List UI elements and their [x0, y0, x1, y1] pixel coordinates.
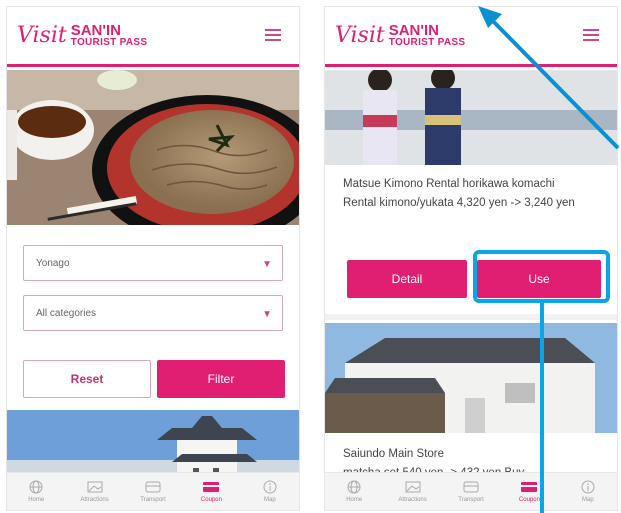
- app-logo[interactable]: Visit SAN'IN TOURIST PASS: [335, 23, 465, 48]
- tab-coupon-label: Coupon: [518, 497, 540, 503]
- logo-tourist-pass: TOURIST PASS: [70, 37, 148, 48]
- tab-map-label: Map: [581, 497, 594, 503]
- logo-sanin: SAN'IN: [70, 22, 121, 39]
- kimono-rental-image: [325, 70, 617, 165]
- coupon-title: Matsue Kimono Rental horikawa komachi: [343, 178, 555, 190]
- coupon-description: matcha set 540 yen -> 432 yen Buy: [343, 464, 617, 472]
- transport-icon: [463, 481, 479, 493]
- hamburger-menu-icon[interactable]: [583, 29, 599, 41]
- coupon-icon: [521, 482, 538, 492]
- kimono-coupon-text: Matsue Kimono Rental horikawa komachi Re…: [343, 175, 603, 213]
- tab-map[interactable]: Map: [559, 473, 617, 510]
- info-icon: [581, 480, 595, 494]
- tab-home[interactable]: Home: [7, 473, 65, 510]
- bottom-tab-bar: Home Attractions Transport Coupon Map: [325, 472, 617, 510]
- chevron-down-icon: ▼: [262, 259, 272, 270]
- coupon-icon: [203, 482, 220, 492]
- tab-coupon[interactable]: Coupon: [182, 473, 240, 510]
- logo-script: Visit: [335, 23, 385, 48]
- coupon-list-content[interactable]: Yonago ▼ All categories ▼ Reset Filter: [7, 70, 299, 472]
- tab-map[interactable]: Map: [241, 473, 299, 510]
- app-header: Visit SAN'IN TOURIST PASS: [325, 7, 617, 67]
- logo-tourist-pass: TOURIST PASS: [388, 37, 466, 48]
- tab-home-label: Home: [28, 497, 45, 503]
- card-divider: [325, 314, 617, 320]
- tab-attractions-label: Attractions: [398, 497, 427, 503]
- logo-script: Visit: [17, 23, 67, 48]
- attractions-icon: [87, 481, 103, 493]
- category-select[interactable]: All categories ▼: [23, 295, 283, 331]
- tab-attractions[interactable]: Attractions: [383, 473, 441, 510]
- category-select-value: All categories: [36, 307, 97, 319]
- tab-transport-label: Transport: [140, 497, 166, 503]
- coupon-description: Rental kimono/yukata 4,320 yen -> 3,240 …: [343, 197, 575, 209]
- soba-noodles-image: [7, 70, 299, 225]
- tab-transport[interactable]: Transport: [124, 473, 182, 510]
- saiundo-store-image: [325, 323, 617, 433]
- tab-coupon-label: Coupon: [200, 497, 222, 503]
- tab-map-label: Map: [263, 497, 276, 503]
- tab-home[interactable]: Home: [325, 473, 383, 510]
- globe-icon: [347, 480, 361, 494]
- tab-transport-label: Transport: [458, 497, 484, 503]
- use-button-pointer-line: [540, 303, 544, 513]
- attractions-icon: [405, 481, 421, 493]
- transport-icon: [145, 481, 161, 493]
- reset-button[interactable]: Reset: [23, 360, 151, 398]
- logo-sanin: SAN'IN: [388, 22, 439, 39]
- tab-attractions[interactable]: Attractions: [65, 473, 123, 510]
- tab-attractions-label: Attractions: [80, 497, 109, 503]
- castle-image: [7, 410, 299, 472]
- tab-home-label: Home: [346, 497, 363, 503]
- left-phone-screen: Visit SAN'IN TOURIST PASS Yonago ▼ All c…: [6, 6, 300, 511]
- area-select[interactable]: Yonago ▼: [23, 245, 283, 281]
- tab-transport[interactable]: Transport: [442, 473, 500, 510]
- use-button-highlight: [473, 250, 610, 303]
- area-select-value: Yonago: [36, 257, 70, 269]
- saiundo-coupon-text: Saiundo Main Store matcha set 540 yen ->…: [343, 445, 617, 472]
- filter-button[interactable]: Filter: [157, 360, 285, 398]
- detail-button[interactable]: Detail: [347, 260, 467, 298]
- app-logo[interactable]: Visit SAN'IN TOURIST PASS: [17, 23, 147, 48]
- coupon-title: Saiundo Main Store: [343, 448, 445, 460]
- bottom-tab-bar: Home Attractions Transport Coupon Map: [7, 472, 299, 510]
- info-icon: [263, 480, 277, 494]
- chevron-down-icon: ▼: [262, 309, 272, 320]
- globe-icon: [29, 480, 43, 494]
- tab-coupon[interactable]: Coupon: [500, 473, 558, 510]
- app-header: Visit SAN'IN TOURIST PASS: [7, 7, 299, 67]
- hamburger-menu-icon[interactable]: [265, 29, 281, 41]
